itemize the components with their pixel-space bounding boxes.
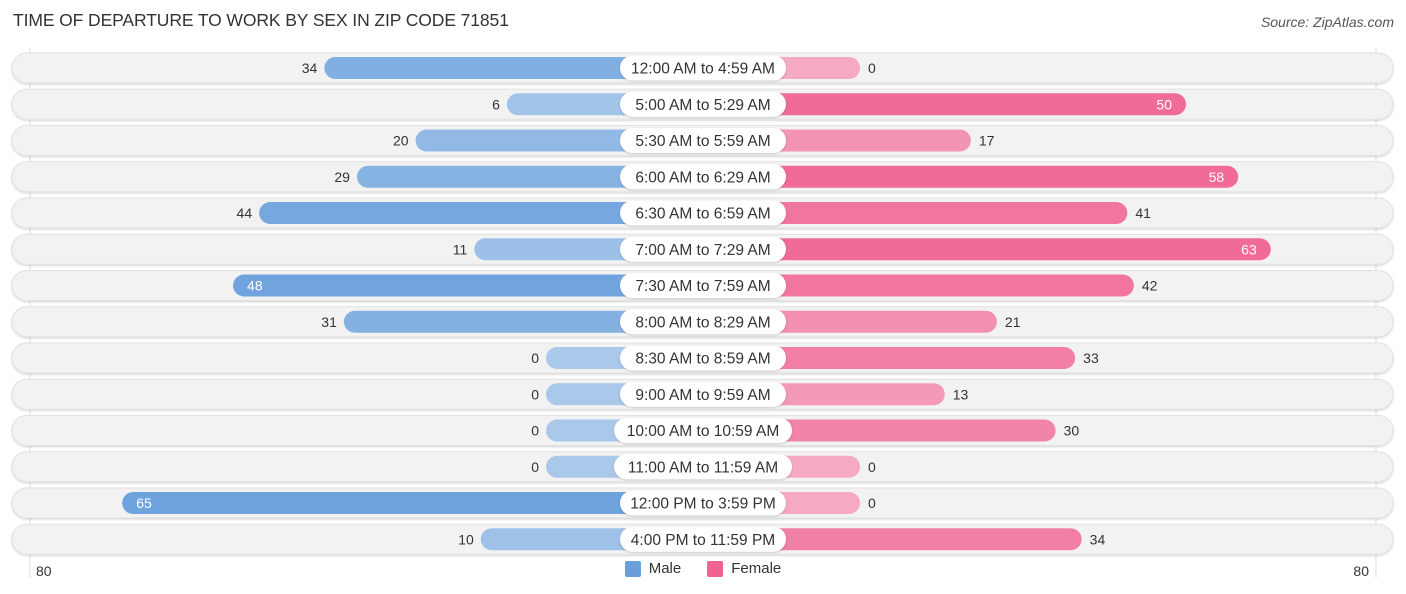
chart-row: 10:00 AM to 10:59 AM 0 30: [11, 415, 1394, 446]
value-label-male: 29: [334, 169, 350, 185]
chart-row: 7:30 AM to 7:59 AM 48 42: [11, 270, 1394, 301]
value-label-male: 0: [531, 350, 539, 366]
category-label: 11:00 AM to 11:59 AM: [628, 459, 778, 476]
value-label-male: 65: [136, 495, 152, 511]
category-label: 10:00 AM to 10:59 AM: [627, 423, 780, 440]
bar-female[interactable]: [703, 238, 1271, 261]
chart-svg: 12:00 AM to 4:59 AM 34 0 5:00 AM to 5:29 AM…: [11, 48, 1394, 578]
value-label-female: 30: [1064, 423, 1080, 439]
value-label-female: 0: [868, 495, 876, 511]
chart-row: 7:00 AM to 7:29 AM 11 63: [11, 233, 1394, 265]
legend: Male Female: [0, 560, 1406, 577]
category-label: 6:00 AM to 6:29 AM: [635, 169, 770, 186]
category-label: 5:00 AM to 5:29 AM: [635, 97, 770, 114]
value-label-male: 0: [531, 386, 539, 402]
chart-row: 6:00 AM to 6:29 AM 29 58: [11, 161, 1394, 193]
chart-row: 8:00 AM to 8:29 AM 31 21: [11, 306, 1394, 338]
value-label-male: 48: [247, 278, 263, 294]
category-label: 7:30 AM to 7:59 AM: [635, 278, 770, 295]
value-label-female: 21: [1005, 314, 1021, 330]
category-label: 12:00 PM to 3:59 PM: [630, 496, 776, 513]
value-label-male: 0: [531, 423, 539, 439]
legend-label-female: Female: [731, 560, 782, 577]
category-label: 4:00 PM to 11:59 PM: [631, 532, 775, 549]
chart-row: 9:00 AM to 9:59 AM 0 13: [11, 378, 1394, 410]
value-label-male: 0: [531, 459, 539, 475]
value-label-female: 33: [1083, 350, 1099, 366]
chart-row: 5:30 AM to 5:59 AM 20 17: [11, 125, 1394, 156]
category-label: 8:00 AM to 8:29 AM: [635, 314, 770, 331]
chart-row: 6:30 AM to 6:59 AM 44 41: [11, 197, 1394, 229]
category-label: 12:00 AM to 4:59 AM: [631, 61, 775, 78]
value-label-female: 41: [1135, 205, 1151, 221]
value-label-female: 17: [979, 133, 995, 149]
category-label: 6:30 AM to 6:59 AM: [635, 206, 770, 223]
value-label-male: 20: [393, 133, 409, 149]
chart-row: 5:00 AM to 5:29 AM 6 50: [11, 88, 1394, 120]
legend-label-male: Male: [648, 560, 682, 577]
legend-swatch-female: [707, 560, 724, 577]
chart-row: 4:00 PM to 11:59 PM 10 34: [11, 523, 1394, 555]
category-label: 9:00 AM to 9:59 AM: [635, 387, 770, 404]
value-label-male: 34: [302, 60, 318, 76]
chart-row: 12:00 PM to 3:59 PM 65 0: [11, 487, 1394, 519]
value-label-female: 13: [953, 386, 969, 402]
value-label-male: 11: [453, 241, 468, 257]
value-label-female: 42: [1142, 278, 1158, 294]
category-label: 5:30 AM to 5:59 AM: [635, 133, 770, 150]
value-label-male: 44: [237, 205, 253, 221]
chart-row: 12:00 AM to 4:59 AM 34 0: [11, 52, 1394, 84]
legend-item-female[interactable]: Female: [707, 560, 781, 577]
category-label: 8:30 AM to 8:59 AM: [635, 351, 770, 368]
category-label: 7:00 AM to 7:29 AM: [635, 242, 770, 259]
value-label-female: 50: [1156, 96, 1172, 112]
value-label-male: 6: [492, 96, 500, 112]
chart-row: 8:30 AM to 8:59 AM 0 33: [11, 342, 1394, 374]
value-label-male: 31: [321, 314, 337, 330]
value-label-female: 34: [1090, 531, 1106, 547]
chart-row: 11:00 AM to 11:59 AM 0 0: [11, 451, 1394, 483]
value-label-female: 63: [1241, 241, 1257, 257]
legend-item-male[interactable]: Male: [624, 560, 682, 577]
value-label-female: 0: [868, 60, 876, 76]
bar-male[interactable]: [122, 492, 703, 514]
legend-swatch-male: [624, 560, 641, 577]
value-label-female: 58: [1209, 169, 1225, 185]
value-label-male: 10: [458, 531, 474, 547]
value-label-female: 0: [868, 459, 876, 475]
